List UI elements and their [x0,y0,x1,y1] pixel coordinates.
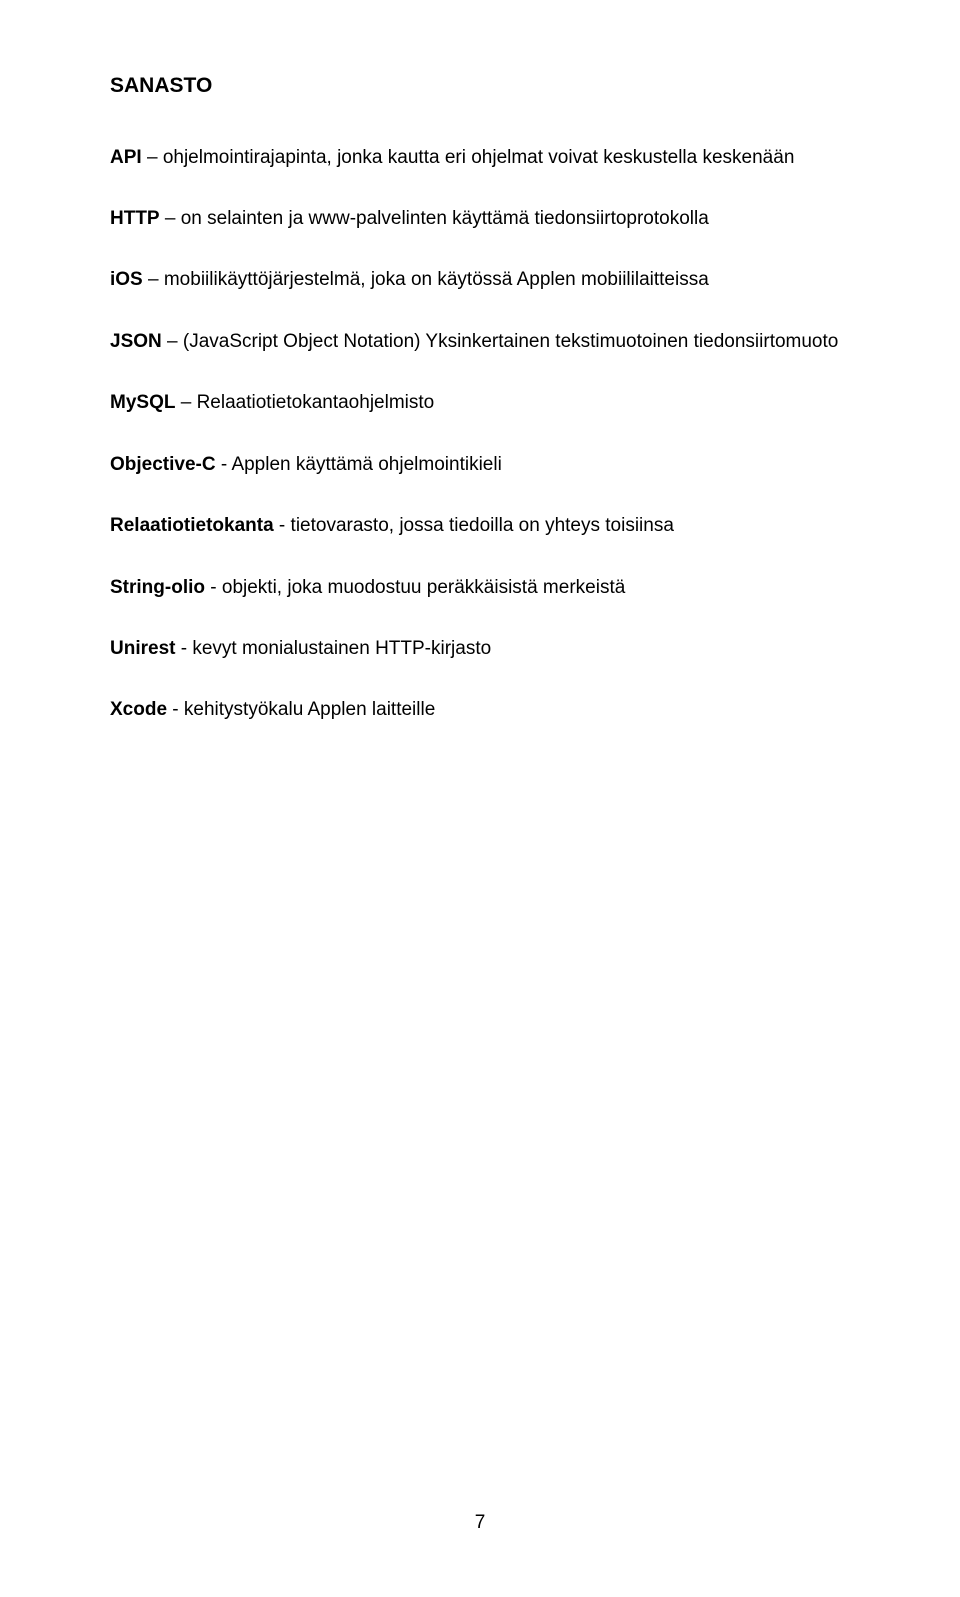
glossary-term: JSON [110,331,162,352]
glossary-term: HTTP [110,208,160,229]
glossary-def: ohjelmointirajapinta, jonka kautta eri o… [163,147,795,168]
glossary-term: Relaatiotietokanta [110,515,274,536]
glossary-term: Unirest [110,638,175,659]
glossary-term: String-olio [110,577,205,598]
glossary-sep: - [274,515,291,536]
glossary-entry: Objective-C - Applen käyttämä ohjelmoint… [110,450,850,479]
glossary-term: API [110,147,142,168]
glossary-def: objekti, joka muodostuu peräkkäisistä me… [222,577,625,598]
glossary-entry: JSON – (JavaScript Object Notation) Yksi… [110,327,850,356]
glossary-sep: – [162,331,183,352]
glossary-entry: iOS – mobiilikäyttöjärjestelmä, joka on … [110,265,850,294]
glossary-sep: - [216,454,232,475]
glossary-term: MySQL [110,392,175,413]
glossary-sep: - [167,699,184,720]
glossary-entry: MySQL – Relaatiotietokantaohjelmisto [110,388,850,417]
page-number: 7 [0,1508,960,1537]
glossary-def: tietovarasto, jossa tiedoilla on yhteys … [291,515,674,536]
glossary-def: on selainten ja www-palvelinten käyttämä… [181,208,709,229]
glossary-def: (JavaScript Object Notation) Yksinkertai… [183,331,838,352]
glossary-term: Xcode [110,699,167,720]
glossary-term: Objective-C [110,454,216,475]
glossary-sep: – [175,392,196,413]
glossary-entry: API – ohjelmointirajapinta, jonka kautta… [110,143,850,172]
glossary-def: Relaatiotietokantaohjelmisto [197,392,435,413]
glossary-sep: – [142,147,163,168]
glossary-entry: HTTP – on selainten ja www-palvelinten k… [110,204,850,233]
glossary-def: Applen käyttämä ohjelmointikieli [231,454,501,475]
glossary-def: kevyt monialustainen HTTP-kirjasto [192,638,491,659]
glossary-term: iOS [110,269,143,290]
glossary-entry: Relaatiotietokanta - tietovarasto, jossa… [110,511,850,540]
glossary-entry: Unirest - kevyt monialustainen HTTP-kirj… [110,634,850,663]
glossary-def: mobiilikäyttöjärjestelmä, joka on käytös… [164,269,709,290]
glossary-sep: - [205,577,222,598]
glossary-sep: – [160,208,181,229]
glossary-sep: - [175,638,192,659]
glossary-entry: Xcode - kehitystyökalu Applen laitteille [110,695,850,724]
glossary-sep: – [143,269,164,290]
glossary-def: kehitystyökalu Applen laitteille [184,699,435,720]
glossary-entry: String-olio - objekti, joka muodostuu pe… [110,573,850,602]
page-title: SANASTO [110,70,850,103]
